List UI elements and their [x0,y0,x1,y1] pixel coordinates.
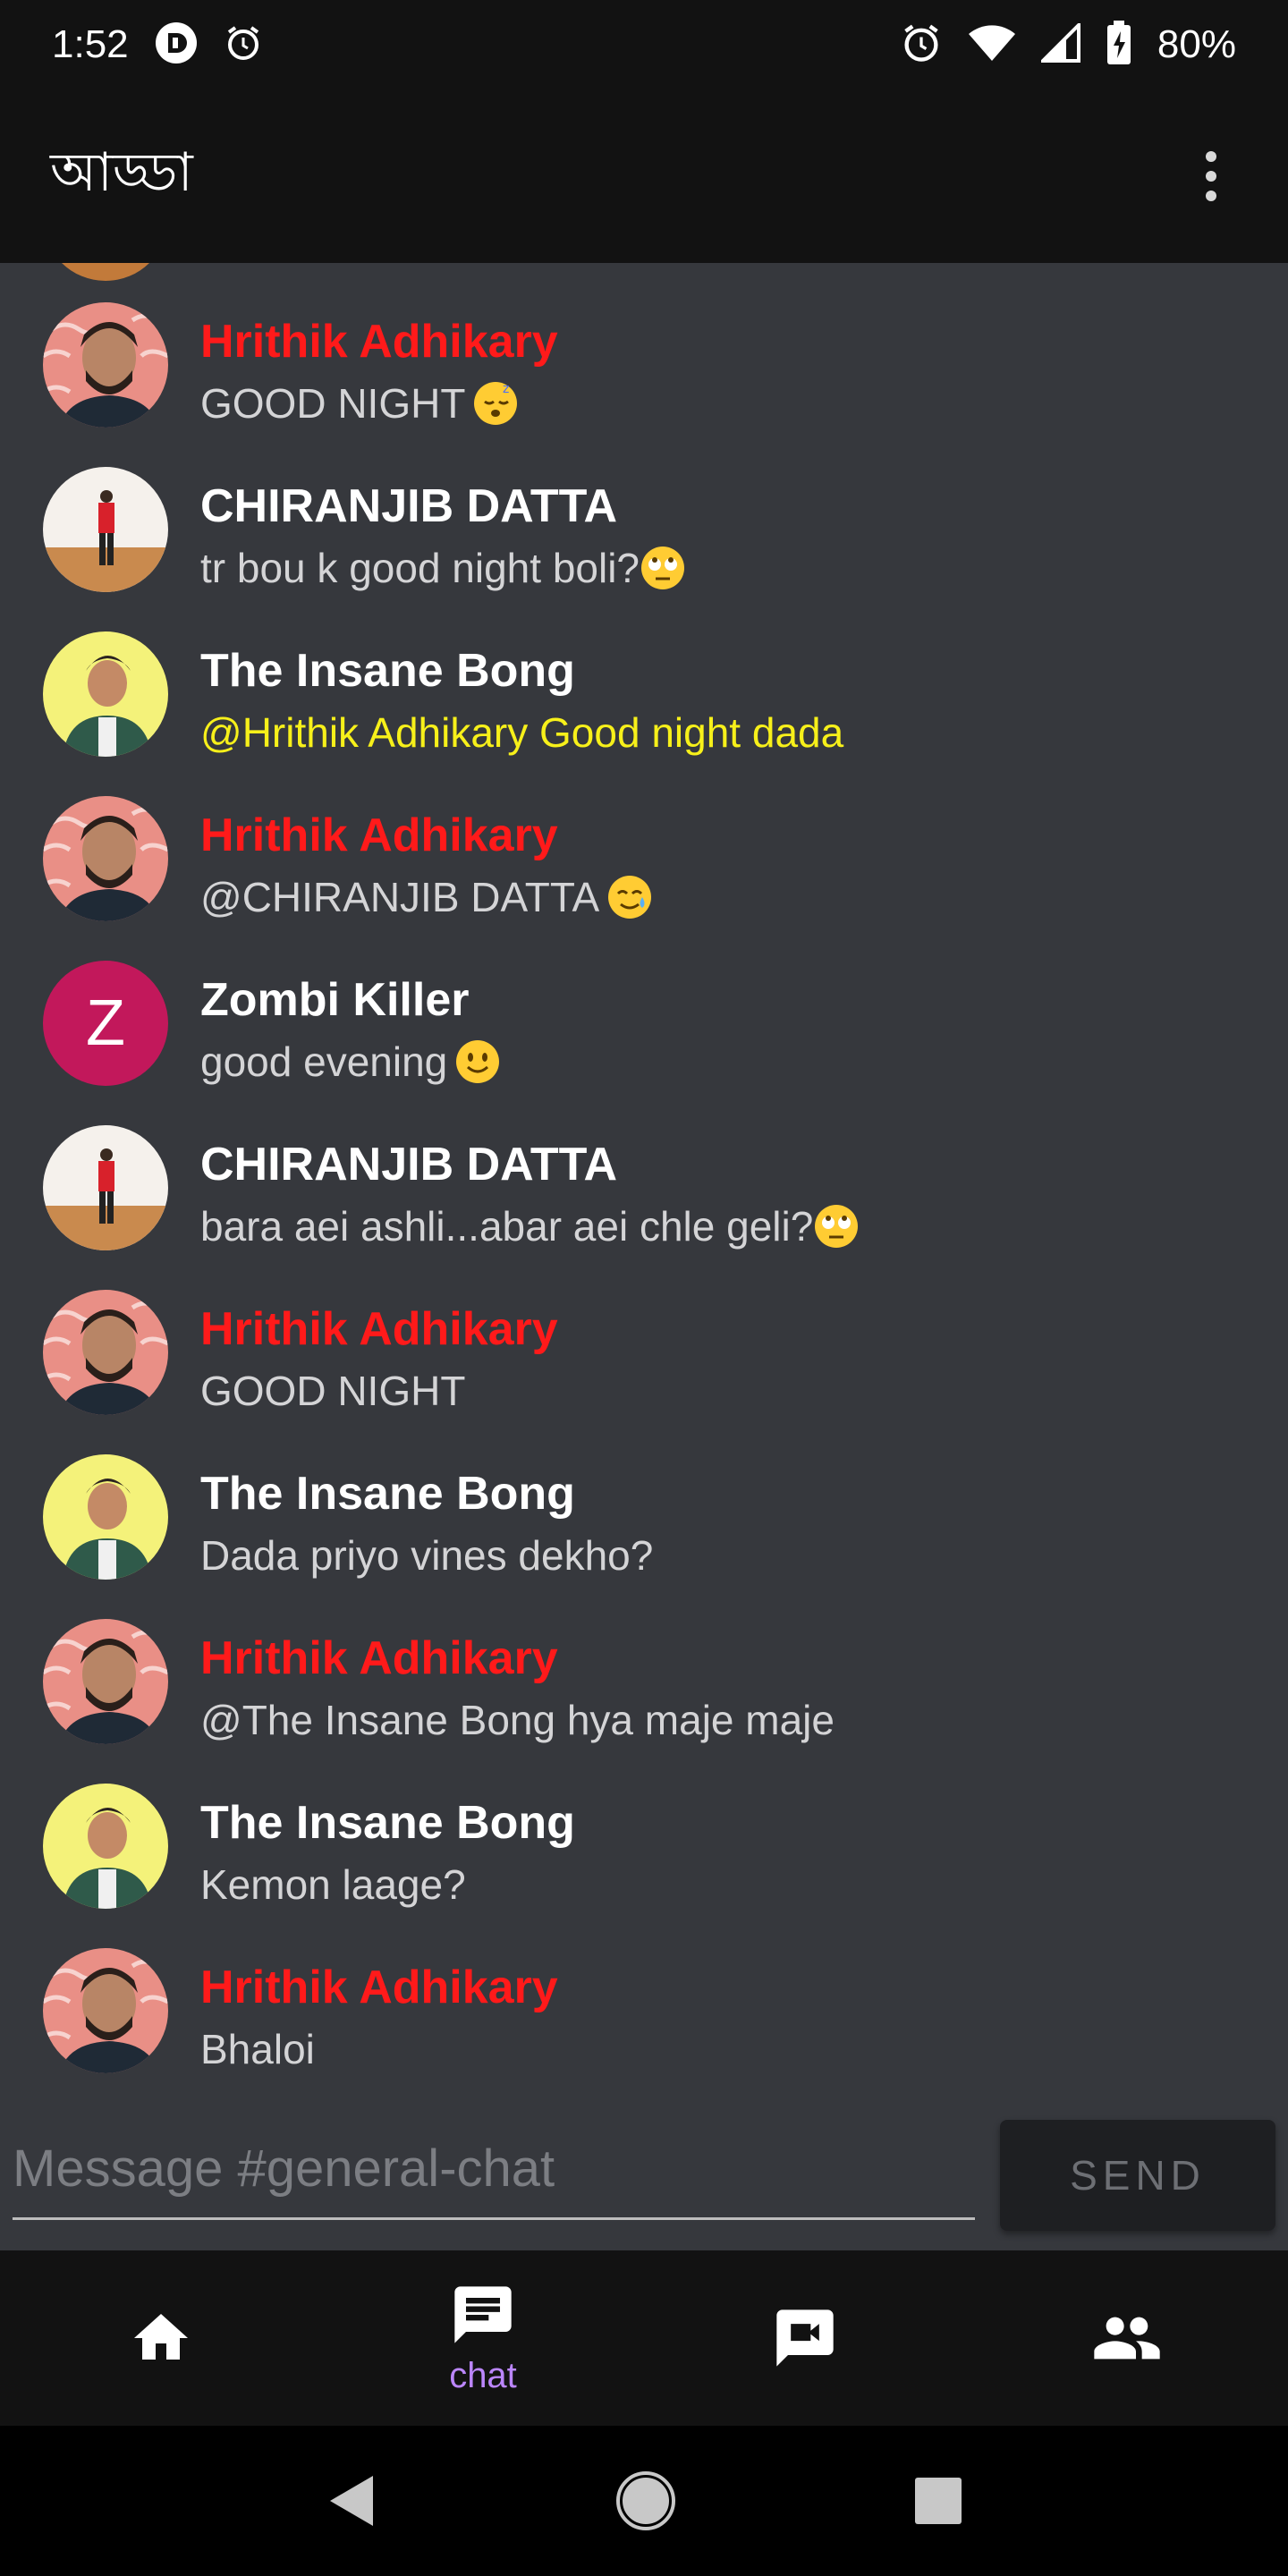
message-text: good evening [200,1038,448,1085]
message-item[interactable]: Hrithik Adhikary Bhaloi [0,1909,1288,2073]
message-author[interactable]: The Insane Bong [200,1796,575,1850]
message-text-wrap: Kemon laage? [200,1860,466,1909]
message-text: GOOD NIGHT [200,380,466,427]
message-text-wrap: @CHIRANJIB DATTA [200,873,653,921]
nav-chat[interactable]: chat [322,2250,644,2426]
message-author[interactable]: CHIRANJIB DATTA [200,479,617,533]
battery-percent: 80% [1157,22,1236,66]
status-bar: 1:52 80% [0,0,1288,89]
message-text-wrap: tr bou k good night boli? [200,544,686,592]
system-nav [0,2426,1288,2576]
sleeping-face-icon: z [474,382,518,425]
message-item[interactable]: CHIRANJIB DATTA tr bou k good night boli? [0,428,1288,592]
avatar[interactable]: Z [43,961,168,1086]
nav-video[interactable] [644,2250,966,2426]
message-author[interactable]: The Insane Bong [200,644,575,698]
message-text: tr bou k good night boli? [200,545,640,591]
nav-chat-label: chat [449,2355,517,2395]
app-bar: আড্ডা [0,89,1288,263]
avatar[interactable] [43,1619,168,1744]
message-input[interactable] [13,2120,975,2220]
slight-smile-face-icon [456,1040,500,1083]
svg-text:z: z [503,382,509,396]
message-item[interactable]: Hrithik Adhikary GOOD NIGHT [0,1250,1288,1415]
video-chat-icon [776,2309,834,2367]
alarm-clock-icon [900,21,943,69]
message-text-wrap: @Hrithik Adhikary Good night dada [200,708,843,757]
signal-icon [1038,20,1080,67]
eye-roll-face-icon [815,1205,859,1248]
people-icon [1094,2317,1160,2360]
avatar[interactable] [43,1454,168,1580]
nav-people[interactable] [966,2250,1288,2426]
message-text-wrap: GOOD NIGHT [200,1367,465,1415]
message-item[interactable]: Z Zombi Killer good evening [0,921,1288,1086]
status-time: 1:52 [52,22,129,66]
message-item[interactable]: Hrithik Adhikary @The Insane Bong hya maj… [0,1580,1288,1744]
message-author[interactable]: Hrithik Adhikary [200,809,558,862]
avatar[interactable] [43,796,168,921]
message-text-wrap: Dada priyo vines dekho? [200,1531,653,1580]
avatar[interactable] [43,1948,168,2073]
message-text: Bhaloi [200,2026,315,2072]
message-text: GOOD NIGHT [200,1368,466,1414]
nav-home[interactable] [0,2250,322,2426]
message-author[interactable]: Hrithik Adhikary [200,315,558,369]
message-author[interactable]: Zombi Killer [200,973,469,1027]
home-circle-icon[interactable] [615,2470,676,2531]
app-title: আড্ডা [50,141,193,204]
chat-icon [454,2285,512,2343]
avatar[interactable] [43,1125,168,1250]
message-author[interactable]: The Insane Bong [200,1467,575,1521]
message-text-wrap: bara aei ashli...abar aei chle geli? [200,1202,860,1250]
message-text: Dada priyo vines dekho? [200,1532,654,1579]
wifi-icon [968,23,1016,67]
back-icon[interactable] [325,2472,378,2529]
send-button[interactable]: SEND [1000,2120,1275,2231]
message-text-wrap: GOOD NIGHT z [200,379,519,428]
message-item[interactable]: CHIRANJIB DATTA bara aei ashli...abar aei… [0,1086,1288,1250]
battery-charging-icon [1106,20,1132,70]
message-text: Kemon laage? [200,1861,466,1908]
notification-app-icon [154,21,199,70]
message-list[interactable]: Hrithik Adhikary GOOD NIGHT z CHIRANJIB DAT… [0,263,1288,2084]
avatar[interactable] [43,302,168,428]
message-author[interactable]: CHIRANJIB DATTA [200,1138,617,1191]
message-text-wrap: @The Insane Bong hya maje maje [200,1696,835,1744]
tear-smile-face-icon [608,876,652,919]
avatar[interactable] [43,1784,168,1909]
recents-icon[interactable] [913,2476,963,2526]
message-author[interactable]: Hrithik Adhikary [200,1961,558,2014]
message-text-wrap: Bhaloi [200,2025,315,2073]
home-icon [134,2314,188,2360]
message-item[interactable]: The Insane Bong @Hrithik Adhikary Good ni… [0,592,1288,757]
avatar[interactable] [43,467,168,592]
eye-roll-face-icon [641,547,685,589]
more-vert-icon[interactable] [1184,140,1238,212]
bottom-nav: chat [0,2250,1288,2426]
alarm-icon [224,23,263,67]
message-text: @CHIRANJIB DATTA [200,874,600,920]
message-author[interactable]: Hrithik Adhikary [200,1631,558,1685]
message-item[interactable]: The Insane Bong Kemon laage? [0,1744,1288,1909]
message-text: @Hrithik Adhikary Good night dada [200,709,844,756]
message-author[interactable]: Hrithik Adhikary [200,1302,558,1356]
message-item[interactable]: Hrithik Adhikary @CHIRANJIB DATTA [0,757,1288,921]
message-item[interactable]: The Insane Bong Dada priyo vines dekho? [0,1415,1288,1580]
avatar[interactable] [43,1290,168,1415]
message-text: @The Insane Bong hya maje maje [200,1697,835,1743]
message-text-wrap: good evening [200,1038,501,1086]
message-text: bara aei ashli...abar aei chle geli? [200,1203,814,1250]
avatar[interactable] [43,631,168,757]
avatar-letter: Z [86,987,125,1059]
message-item[interactable]: Hrithik Adhikary GOOD NIGHT z [0,263,1288,428]
